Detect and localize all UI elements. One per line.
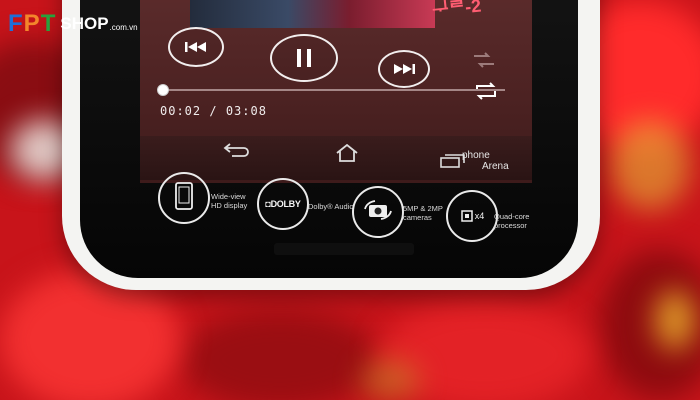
previous-button[interactable] — [168, 27, 224, 67]
feature-camera-badge — [352, 186, 404, 238]
duration-time: 03:08 — [225, 104, 267, 118]
phone-speaker-grille — [274, 243, 414, 255]
feature-camera-text: 5MP & 2MP cameras — [403, 204, 443, 222]
watermark-line2: Arena — [482, 161, 509, 172]
feature-processor-text: Quad-core processor — [494, 212, 529, 230]
feature-dolby-badge: ◘DOLBY — [257, 178, 309, 230]
logo-shop-text: SHOP — [60, 14, 109, 33]
logo-letter-t: T — [40, 10, 57, 37]
dolby-icon: ◘DOLBY — [265, 199, 300, 209]
previous-icon — [185, 41, 207, 53]
feature-display-badge — [158, 172, 210, 224]
logo-domain-text: .com.vn — [109, 22, 138, 32]
album-artwork — [190, 0, 435, 28]
repeat-button[interactable] — [474, 82, 498, 103]
feature-display-line1: Wide-view — [211, 192, 246, 201]
dolby-badge-text: DOLBY — [270, 199, 301, 209]
seek-handle[interactable] — [157, 84, 169, 96]
elapsed-time: 00:02 — [160, 104, 202, 118]
phone-display-icon — [175, 181, 193, 215]
time-separator: / — [209, 104, 218, 118]
home-button[interactable] — [334, 143, 360, 167]
pause-icon — [297, 49, 311, 67]
shuffle-button[interactable] — [472, 52, 496, 71]
feature-processor-line2: processor — [494, 221, 527, 230]
feature-camera-line1: 5MP & 2MP — [403, 204, 443, 213]
fptshop-logo: F P T SHOP .com.vn — [8, 10, 138, 38]
seek-bar[interactable] — [165, 89, 505, 91]
phonearena-watermark: phone Arena — [462, 150, 509, 172]
feature-dolby-text: Dolby® Audio — [308, 202, 354, 211]
feature-processor-line1: Quad-core — [494, 212, 530, 221]
time-readout: 00:02 / 03:08 — [160, 104, 267, 118]
processor-icon: x4 — [460, 209, 485, 223]
home-icon — [334, 143, 360, 166]
processor-badge-text: x4 — [474, 211, 485, 221]
feature-processor-badge: x4 — [446, 190, 498, 242]
next-button[interactable] — [378, 50, 430, 88]
feature-display-text: Wide-view HD display — [211, 192, 247, 210]
watermark-line1: phone — [462, 150, 490, 161]
feature-dolby-line1: Dolby® Audio — [308, 202, 354, 211]
logo-letter-p: P — [23, 10, 41, 37]
pause-button[interactable] — [270, 34, 338, 82]
feature-display-line2: HD display — [211, 201, 248, 210]
feature-camera-line2: cameras — [403, 213, 432, 222]
camera-rotate-icon — [363, 199, 393, 226]
shuffle-icon — [472, 52, 496, 72]
logo-letter-f: F — [8, 10, 24, 37]
next-icon — [393, 63, 415, 75]
back-button[interactable] — [222, 142, 250, 163]
back-icon — [222, 143, 250, 162]
repeat-icon — [474, 82, 498, 104]
